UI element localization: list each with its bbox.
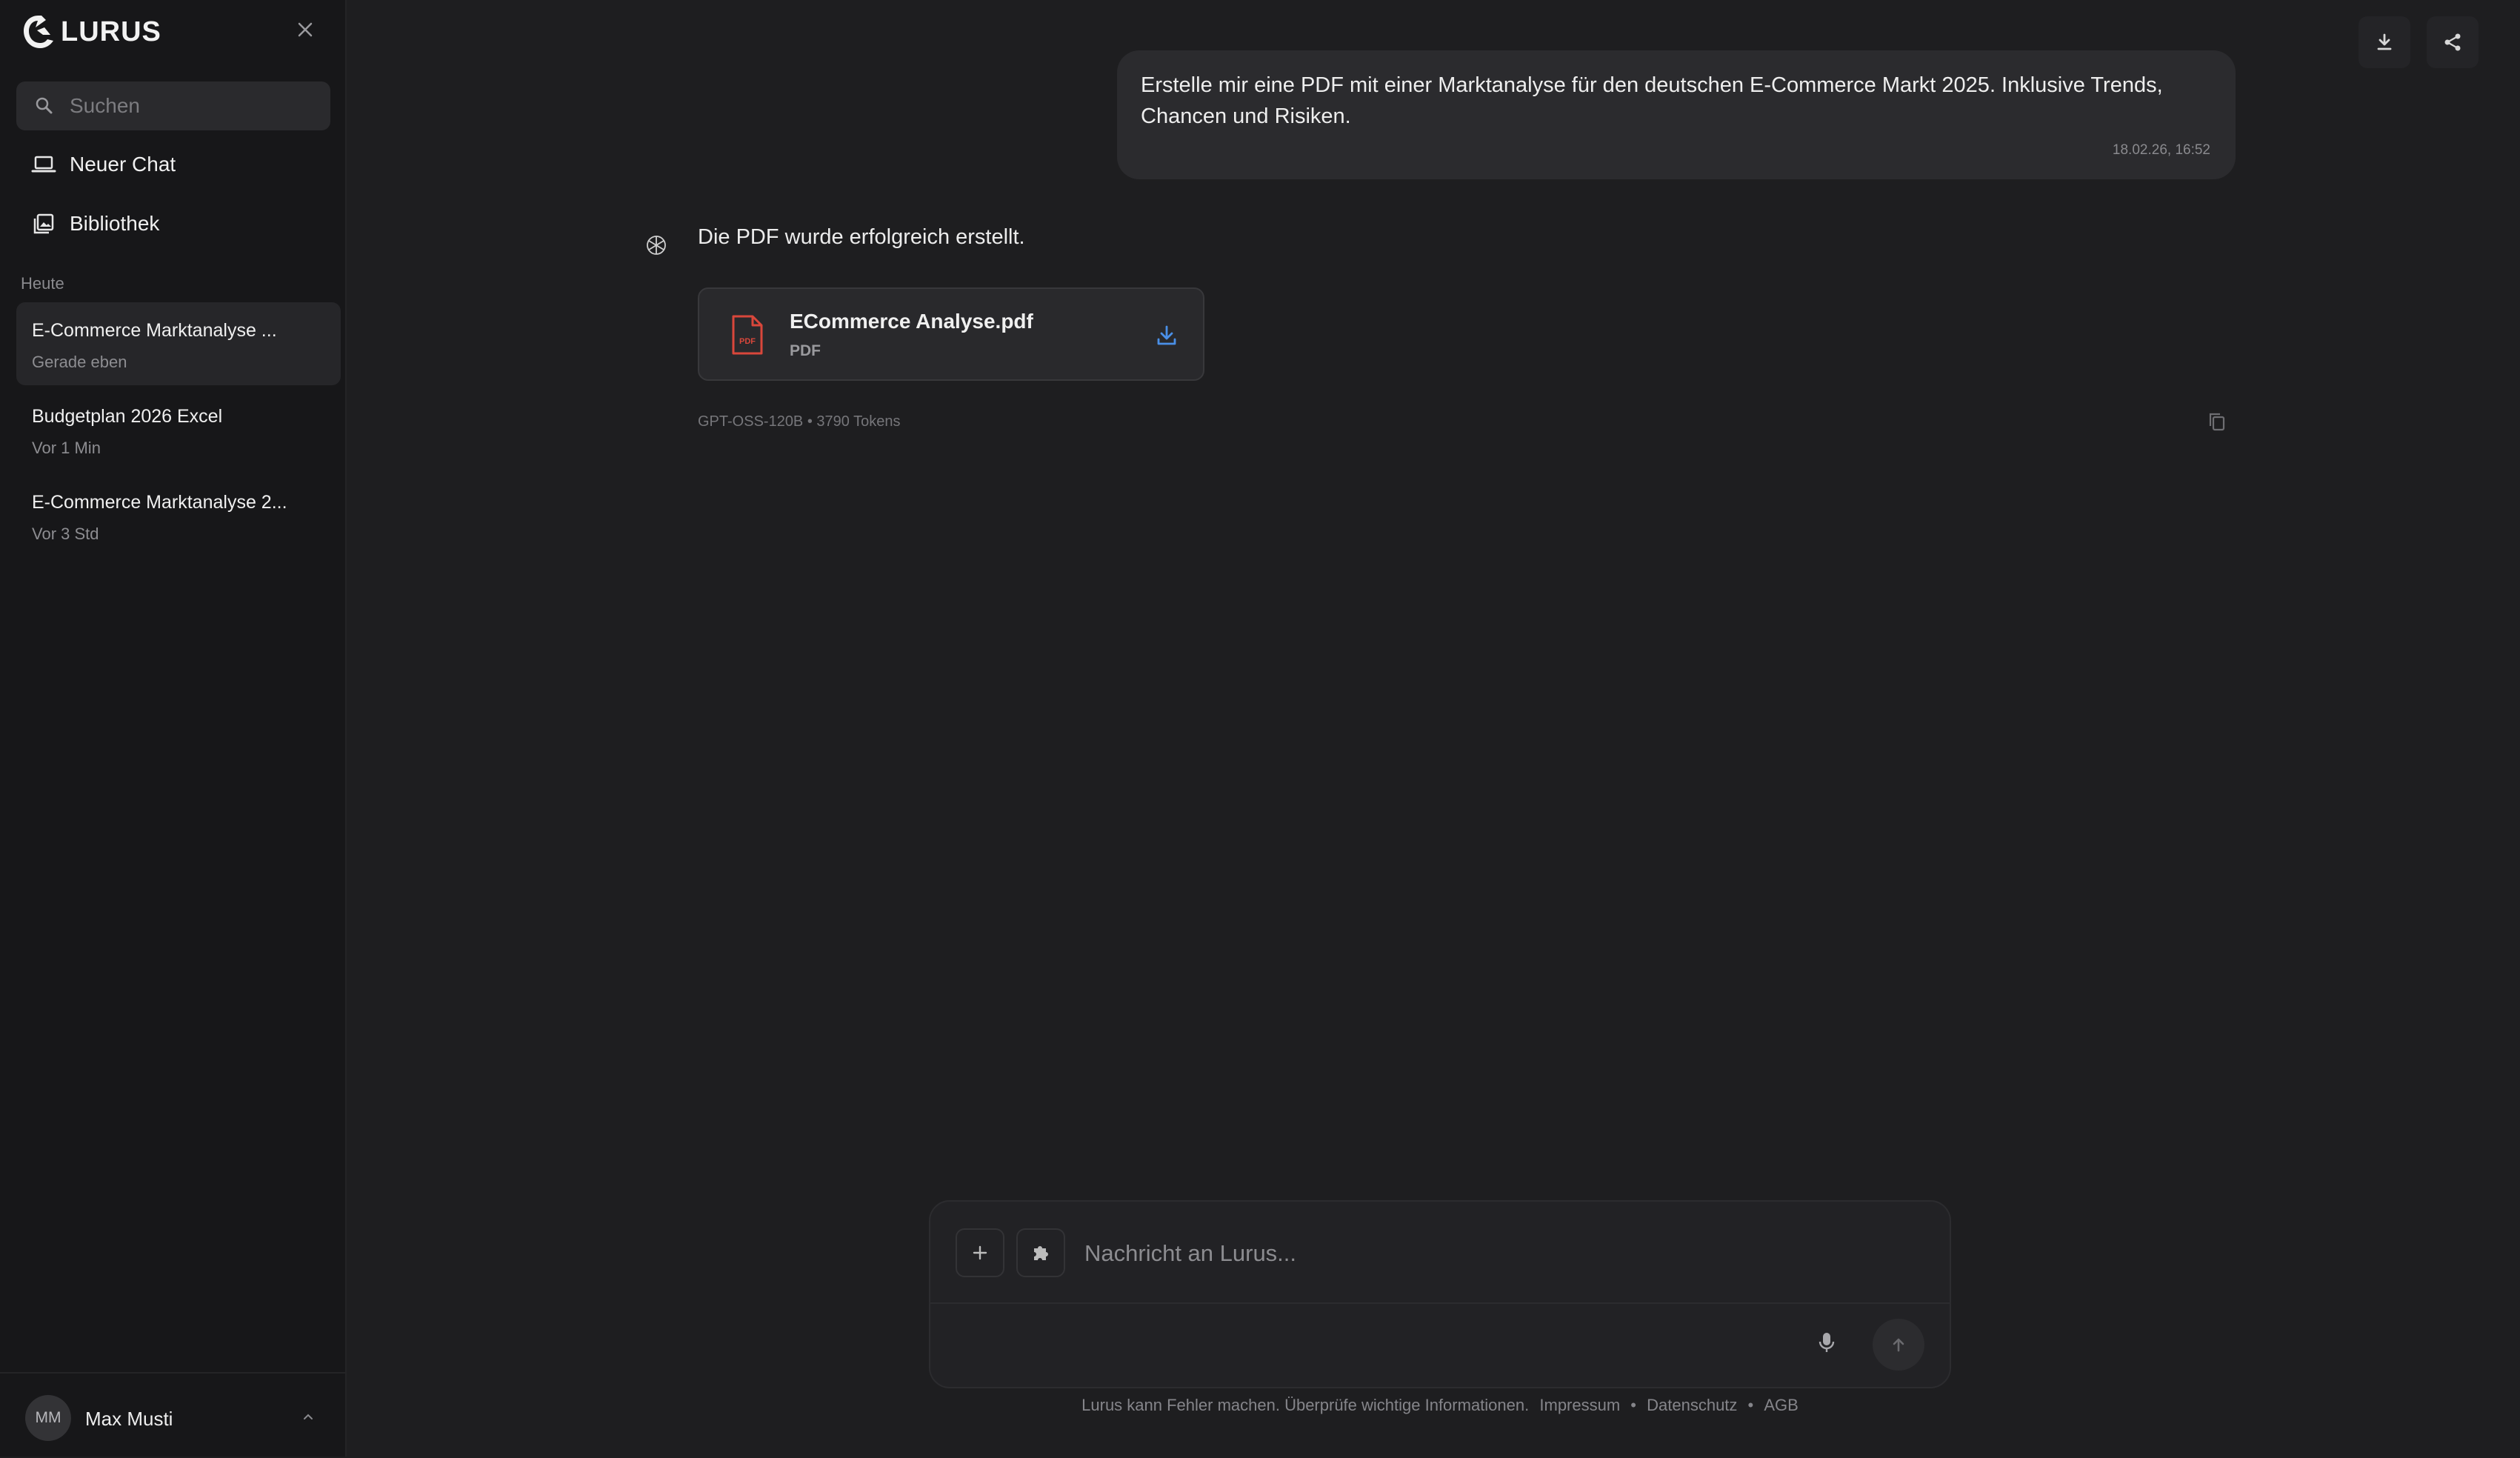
nav-new-chat-label: Neuer Chat — [70, 153, 176, 176]
chat-time: Vor 3 Std — [32, 525, 99, 543]
send-button[interactable] — [1873, 1319, 1924, 1371]
footer: Lurus kann Fehler machen. Überprüfe wich… — [929, 1396, 1951, 1415]
search-icon — [36, 97, 53, 114]
pdf-icon-label: PDF — [739, 337, 756, 346]
arrow-up-icon — [1893, 1338, 1904, 1352]
composer-divider — [930, 1302, 1950, 1304]
pdf-file-icon: PDF — [732, 315, 763, 355]
footer-link-datenschutz[interactable]: Datenschutz — [1647, 1396, 1737, 1414]
avatar: MM — [25, 1395, 71, 1441]
attach-button[interactable] — [956, 1228, 1004, 1277]
logo-text: LURUS — [61, 16, 161, 47]
nav-new-chat[interactable]: Neuer Chat — [16, 141, 330, 188]
user-message-text: Erstelle mir eine PDF mit einer Marktana… — [1141, 73, 2163, 128]
message-timestamp: 18.02.26, 16:52 — [2112, 142, 2210, 158]
download-file-icon[interactable] — [1154, 323, 1179, 348]
search-input[interactable] — [68, 93, 323, 119]
chat-title: E-Commerce Marktanalyse ... — [32, 320, 277, 341]
chat-title: E-Commerce Marktanalyse 2... — [32, 492, 287, 513]
message-composer — [929, 1200, 1951, 1388]
message-input[interactable] — [1083, 1234, 1827, 1273]
footer-link-impressum[interactable]: Impressum — [1539, 1396, 1620, 1414]
library-icon — [33, 213, 54, 234]
download-icon — [2377, 33, 2392, 50]
microphone-icon[interactable] — [1813, 1329, 1840, 1356]
user-menu[interactable]: MM Max Musti — [0, 1372, 345, 1458]
user-message-bubble: Erstelle mir eine PDF mit einer Marktana… — [1117, 50, 2236, 179]
plus-icon — [973, 1245, 987, 1260]
footer-separator: • — [1630, 1396, 1636, 1414]
app-logo[interactable]: LURUS — [21, 10, 161, 53]
section-label-today: Heute — [21, 274, 64, 293]
assistant-message-text: Die PDF wurde erfolgreich erstellt. — [698, 225, 1025, 249]
chat-history-item[interactable]: E-Commerce Marktanalyse 2... Vor 3 Std — [16, 474, 341, 557]
share-button[interactable] — [2427, 16, 2479, 68]
footer-link-agb[interactable]: AGB — [1764, 1396, 1798, 1414]
close-icon — [298, 22, 313, 37]
file-type: PDF — [790, 342, 821, 359]
message-meta: GPT-OSS-120B • 3790 Tokens — [698, 413, 901, 430]
chat-time: Vor 1 Min — [32, 439, 101, 457]
chat-history-item[interactable]: E-Commerce Marktanalyse ... Gerade eben — [16, 302, 341, 385]
close-sidebar-button[interactable] — [293, 18, 317, 41]
lurus-logo-icon — [24, 16, 53, 48]
download-chat-button[interactable] — [2359, 16, 2410, 68]
file-attachment-card[interactable]: PDF ECommerce Analyse.pdf PDF — [698, 287, 1204, 381]
laptop-icon — [31, 156, 56, 173]
footer-disclaimer: Lurus kann Fehler machen. Überprüfe wich… — [1081, 1396, 1530, 1414]
plugins-button[interactable] — [1016, 1228, 1065, 1277]
sidebar: LURUS Neuer Chat Bibliothek Heute E-Comm… — [0, 0, 347, 1457]
chat-time: Gerade eben — [32, 353, 127, 371]
search-box[interactable] — [16, 81, 330, 130]
copy-icon[interactable] — [2206, 410, 2228, 433]
footer-separator: • — [1747, 1396, 1754, 1414]
puzzle-icon — [1034, 1246, 1048, 1260]
nav-library[interactable]: Bibliothek — [16, 200, 330, 247]
share-icon — [2444, 33, 2461, 51]
nav-library-label: Bibliothek — [70, 212, 160, 235]
assistant-avatar-icon — [647, 236, 666, 255]
chat-history-item[interactable]: Budgetplan 2026 Excel Vor 1 Min — [16, 388, 341, 471]
file-name: ECommerce Analyse.pdf — [790, 310, 1033, 333]
chat-title: Budgetplan 2026 Excel — [32, 406, 223, 427]
user-name: Max Musti — [85, 1408, 173, 1430]
chevron-up-icon[interactable] — [299, 1408, 317, 1425]
